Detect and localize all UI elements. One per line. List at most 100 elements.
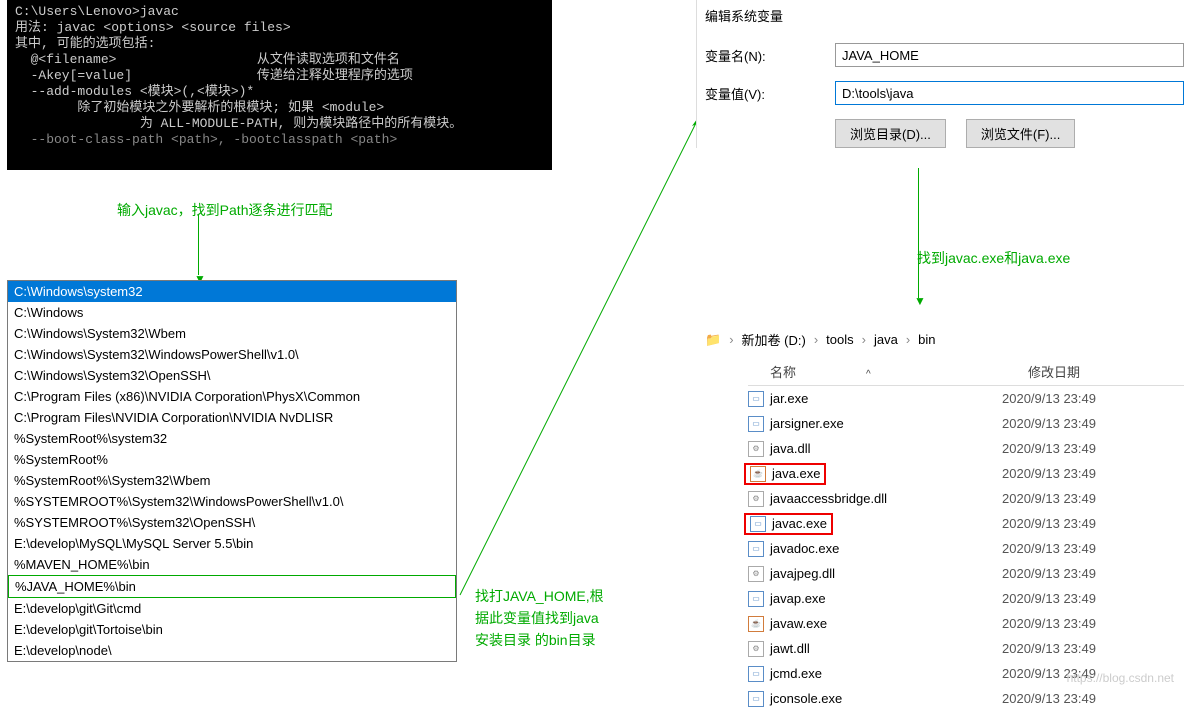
arrow-down-1 [198, 215, 199, 275]
file-row[interactable]: ⚙ javaaccessbridge.dll 2020/9/13 23:49 [748, 486, 1184, 511]
path-item[interactable]: %JAVA_HOME%\bin [8, 575, 456, 598]
path-item[interactable]: E:\develop\MySQL\MySQL Server 5.5\bin [8, 533, 456, 554]
file-explorer: 名称^ 修改日期 ▭ jar.exe 2020/9/13 23:49 ▭ jarsign… [748, 358, 1184, 711]
file-date-label: 2020/9/13 23:49 [1002, 416, 1096, 431]
file-name-label: javadoc.exe [770, 541, 839, 556]
terminal-output: C:\Users\Lenovo>javac 用法: javac <options… [7, 0, 552, 170]
column-name[interactable]: 名称^ [748, 362, 1028, 381]
arrow-down-3 [918, 168, 919, 298]
exe-file-icon: ▭ [748, 691, 764, 707]
path-item[interactable]: C:\Windows\system32 [8, 281, 456, 302]
path-item[interactable]: C:\Program Files\NVIDIA Corporation\NVID… [8, 407, 456, 428]
exe-file-icon: ▭ [748, 541, 764, 557]
file-row[interactable]: ▭ javac.exe 2020/9/13 23:49 [748, 511, 1184, 536]
file-date-label: 2020/9/13 23:49 [1002, 566, 1096, 581]
path-item[interactable]: %SystemRoot% [8, 449, 456, 470]
arrow-head-3: ▼ [914, 294, 926, 308]
path-item[interactable]: E:\develop\node\ [8, 640, 456, 661]
dll-file-icon: ⚙ [748, 566, 764, 582]
var-value-input[interactable] [835, 81, 1184, 105]
column-date[interactable]: 修改日期 [1028, 362, 1184, 381]
path-item[interactable]: E:\develop\git\Git\cmd [8, 598, 456, 619]
java-file-icon: ☕ [748, 616, 764, 632]
file-date-label: 2020/9/13 23:49 [1002, 591, 1096, 606]
file-date-label: 2020/9/13 23:49 [1002, 516, 1096, 531]
breadcrumb[interactable]: 📁 › 新加卷 (D:) › tools › java › bin [705, 330, 936, 349]
chevron-right-icon: › [814, 332, 818, 347]
breadcrumb-bin[interactable]: bin [918, 332, 935, 347]
dll-file-icon: ⚙ [748, 491, 764, 507]
browse-file-button[interactable]: 浏览文件(F)... [966, 119, 1075, 148]
exe-file-icon: ▭ [748, 391, 764, 407]
file-row[interactable]: ▭ javadoc.exe 2020/9/13 23:49 [748, 536, 1184, 561]
file-row[interactable]: ▭ jconsole.exe 2020/9/13 23:49 [748, 686, 1184, 711]
path-item[interactable]: %SYSTEMROOT%\System32\WindowsPowerShell\… [8, 491, 456, 512]
explorer-header[interactable]: 名称^ 修改日期 [748, 358, 1184, 386]
file-date-label: 2020/9/13 23:49 [1002, 441, 1096, 456]
file-name-label: javac.exe [772, 516, 827, 531]
file-name-label: jcmd.exe [770, 666, 822, 681]
path-item[interactable]: C:\Windows [8, 302, 456, 323]
dll-file-icon: ⚙ [748, 641, 764, 657]
watermark: https://blog.csdn.net [1067, 671, 1174, 685]
file-row[interactable]: ⚙ javajpeg.dll 2020/9/13 23:49 [748, 561, 1184, 586]
file-date-label: 2020/9/13 23:49 [1002, 491, 1096, 506]
file-name-label: jarsigner.exe [770, 416, 844, 431]
file-name-label: java.exe [772, 466, 820, 481]
file-row[interactable]: ☕ java.exe 2020/9/13 23:49 [748, 461, 1184, 486]
path-item[interactable]: %SystemRoot%\System32\Wbem [8, 470, 456, 491]
file-name-label: jconsole.exe [770, 691, 842, 706]
file-name-label: javaw.exe [770, 616, 827, 631]
exe-file-icon: ▭ [750, 516, 766, 532]
var-name-input[interactable] [835, 43, 1184, 67]
browse-dir-button[interactable]: 浏览目录(D)... [835, 119, 946, 148]
path-item[interactable]: %SystemRoot%\system32 [8, 428, 456, 449]
env-variable-dialog: 编辑系统变量 变量名(N): 变量值(V): 浏览目录(D)... 浏览文件(F… [696, 0, 1184, 148]
file-row[interactable]: ⚙ java.dll 2020/9/13 23:49 [748, 436, 1184, 461]
annotation-find-exe: 找到javac.exe和java.exe [917, 248, 1070, 268]
file-date-label: 2020/9/13 23:49 [1002, 391, 1096, 406]
drive-icon: 📁 [705, 332, 721, 348]
chevron-right-icon: › [862, 332, 866, 347]
path-item[interactable]: %MAVEN_HOME%\bin [8, 554, 456, 575]
file-date-label: 2020/9/13 23:49 [1002, 466, 1096, 481]
annotation-input-javac: 输入javac，找到Path逐条进行匹配 [117, 200, 332, 220]
file-row[interactable]: ▭ jar.exe 2020/9/13 23:49 [748, 386, 1184, 411]
dll-file-icon: ⚙ [748, 441, 764, 457]
file-row[interactable]: ▭ javap.exe 2020/9/13 23:49 [748, 586, 1184, 611]
breadcrumb-tools[interactable]: tools [826, 332, 853, 347]
file-name-label: java.dll [770, 441, 810, 456]
file-date-label: 2020/9/13 23:49 [1002, 541, 1096, 556]
path-item[interactable]: C:\Windows\System32\Wbem [8, 323, 456, 344]
path-item[interactable]: C:\Windows\System32\WindowsPowerShell\v1… [8, 344, 456, 365]
file-date-label: 2020/9/13 23:49 [1002, 691, 1096, 706]
exe-file-icon: ▭ [748, 591, 764, 607]
path-item[interactable]: C:\Windows\System32\OpenSSH\ [8, 365, 456, 386]
var-value-label: 变量值(V): [705, 84, 835, 103]
chevron-right-icon: › [906, 332, 910, 347]
sort-caret-icon: ^ [866, 369, 871, 380]
file-name-label: javaaccessbridge.dll [770, 491, 887, 506]
file-row[interactable]: ▭ jarsigner.exe 2020/9/13 23:49 [748, 411, 1184, 436]
annotation-java-home: 找打JAVA_HOME,根 据此变量值找到java 安装目录 的bin目录 [475, 585, 604, 651]
breadcrumb-java[interactable]: java [874, 332, 898, 347]
java-file-icon: ☕ [750, 466, 766, 482]
file-row[interactable]: ☕ javaw.exe 2020/9/13 23:49 [748, 611, 1184, 636]
exe-file-icon: ▭ [748, 666, 764, 682]
file-date-label: 2020/9/13 23:49 [1002, 616, 1096, 631]
file-row[interactable]: ⚙ jawt.dll 2020/9/13 23:49 [748, 636, 1184, 661]
path-list[interactable]: C:\Windows\system32C:\WindowsC:\Windows\… [7, 280, 457, 662]
file-name-label: jar.exe [770, 391, 808, 406]
file-name-label: javajpeg.dll [770, 566, 835, 581]
file-name-label: jawt.dll [770, 641, 810, 656]
file-date-label: 2020/9/13 23:49 [1002, 641, 1096, 656]
path-item[interactable]: C:\Program Files (x86)\NVIDIA Corporatio… [8, 386, 456, 407]
var-name-label: 变量名(N): [705, 46, 835, 65]
exe-file-icon: ▭ [748, 416, 764, 432]
dialog-title: 编辑系统变量 [705, 6, 1184, 25]
breadcrumb-drive[interactable]: 新加卷 (D:) [742, 330, 806, 349]
path-item[interactable]: E:\develop\git\Tortoise\bin [8, 619, 456, 640]
file-name-label: javap.exe [770, 591, 826, 606]
chevron-right-icon: › [729, 332, 733, 347]
path-item[interactable]: %SYSTEMROOT%\System32\OpenSSH\ [8, 512, 456, 533]
